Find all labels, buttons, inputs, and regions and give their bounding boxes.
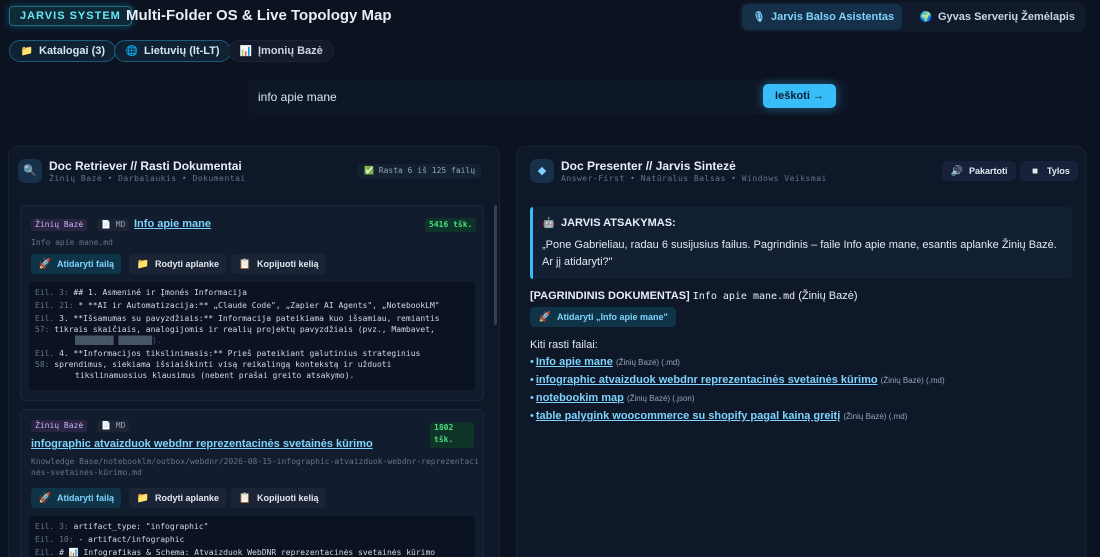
snippet-line: tikslinamuosius klausimus (nebent prašai…	[75, 371, 355, 380]
language-select[interactable]: 🌐 Lietuvių (lt-LT)	[114, 40, 231, 62]
globe-map-icon: 🌍	[919, 12, 933, 23]
app-title: Multi-Folder OS & Live Topology Map	[126, 7, 392, 24]
snippet-line: Eil. 3. **Išsamumas su pavyzdžiais:** In…	[35, 314, 440, 323]
other-file-item: • table palygink woocommerce su shopify p…	[530, 410, 908, 422]
copy-path-button[interactable]: 📋 Kopijuoti kelią	[231, 488, 326, 508]
tab-voice-assistant[interactable]: 🎙 Jarvis Balso Asistentas	[742, 4, 902, 30]
clipboard-icon: 📋	[238, 259, 252, 270]
doc-title-link[interactable]: infographic atvaizduok webdnr reprezenta…	[31, 438, 373, 450]
clipboard-icon: 📋	[238, 493, 252, 504]
open-file-button[interactable]: 🚀 Atidaryti failą	[31, 254, 122, 274]
snippet-line: 58: sprendimus, siekiama išsiaiškinti vi…	[35, 360, 392, 369]
bar-chart-icon: 📊	[239, 46, 253, 57]
file-path: Info apie mane.md	[31, 238, 113, 247]
folders-button[interactable]: 📁 Katalogai (3)	[9, 40, 117, 62]
results-count-badge: ✅ Rasta 6 iš 125 failų	[358, 164, 482, 178]
folder-icon: 📁	[136, 493, 150, 504]
copy-path-button[interactable]: 📋 Kopijuoti kelią	[231, 254, 326, 274]
app-header: JARVIS SYSTEM Multi-Folder OS & Live Top…	[0, 0, 1100, 36]
snippet-line: 57: tikrais skaičiais, analogijomis ir r…	[35, 325, 435, 334]
open-file-button[interactable]: 🚀 Atidaryti failą	[31, 488, 122, 508]
jarvis-avatar-icon: ◆	[530, 159, 554, 183]
answer-text: „Pone Gabrieliau, radau 6 susijusius fai…	[542, 239, 1057, 268]
document-icon: 📄	[101, 421, 116, 430]
jarvis-answer: 🤖 JARVIS ATSAKYMAS: „Pone Gabrieliau, rad…	[530, 207, 1072, 279]
match-snippet: Eil. 3: artifact_type: "infographic" Eil…	[29, 516, 475, 557]
other-file-item: • infographic atvaizduok webdnr reprezent…	[530, 374, 945, 386]
other-file-link[interactable]: notebookim map	[536, 392, 624, 404]
doc-presenter-panel: ◆ Doc Presenter // Jarvis Sintezė Answer…	[516, 146, 1086, 557]
robot-icon: 🤖	[542, 218, 556, 229]
other-file-link[interactable]: table palygink woocommerce su shopify pa…	[536, 410, 840, 422]
answer-label: 🤖 JARVIS ATSAKYMAS:	[542, 217, 676, 229]
score-badge: 5416 tšk.	[425, 218, 477, 232]
stop-icon: ■	[1031, 166, 1039, 177]
snippet-line: Eil. 10: - artifact/infographic	[35, 535, 185, 544]
globe-icon: 🌐	[125, 46, 139, 57]
rocket-icon: 🚀	[538, 312, 552, 323]
snippet-line: Eil. 4. **Informacijos tikslinimasis:** …	[35, 349, 421, 358]
folder-tag: Žinių Bazė	[31, 420, 88, 432]
company-base-button[interactable]: 📊 Įmonių Bazė	[228, 40, 334, 62]
file-type-tag: 📄 MD	[97, 219, 130, 231]
results-scrollbar[interactable]	[494, 205, 497, 325]
main-document: [PAGRINDINIS DOKUMENTAS] Info apie mane.…	[530, 290, 858, 302]
other-files-label: Kiti rasti failai:	[530, 339, 598, 351]
silence-button[interactable]: ■ Tylos	[1020, 161, 1078, 181]
panel-subtitle: Answer-First • Natūralus Balsas • Window…	[561, 174, 827, 183]
folder-icon: 📁	[136, 259, 150, 270]
repeat-button[interactable]: 🔊 Pakartoti	[942, 161, 1016, 181]
document-icon: 📄	[101, 220, 116, 229]
mode-tabs: 🎙 Jarvis Balso Asistentas 🌍 Gyvas Serverių…	[739, 2, 1086, 32]
tab-server-map[interactable]: 🌍 Gyvas Serverių Žemėlapis	[909, 4, 1081, 30]
show-in-folder-button[interactable]: 📁 Rodyti aplanke	[129, 254, 227, 274]
brand-badge: JARVIS SYSTEM	[9, 6, 132, 26]
search-input[interactable]	[248, 80, 748, 114]
snippet-line: Eil. 3: artifact_type: "infographic"	[35, 522, 209, 531]
folder-icon: 📁	[20, 46, 34, 57]
other-file-link[interactable]: infographic atvaizduok webdnr reprezenta…	[536, 374, 878, 386]
match-snippet: Eil. 3: ## 1. Asmeniné ir Įmonés Informa…	[29, 282, 475, 390]
folder-tag: Žinių Bazė	[31, 219, 88, 231]
rocket-icon: 🚀	[38, 259, 52, 270]
magnifier-icon: 🔍	[18, 159, 42, 183]
score-badge: 1802 tšk.	[430, 422, 474, 448]
doc-card: Žinių Bazė 📄 MD Info apie mane 5416 tšk.…	[20, 205, 484, 401]
open-main-document-button[interactable]: 🚀 Atidaryti „Info apie mane"	[530, 307, 676, 327]
rocket-icon: 🚀	[38, 493, 52, 504]
speaker-icon: 🔊	[950, 166, 964, 177]
other-file-item: • notebookim map (Žinių Bazė) (.json)	[530, 392, 695, 404]
other-file-item: • Info apie mane (Žinių Bazė) (.md)	[530, 356, 680, 368]
search-bar: Ieškoti →	[248, 80, 848, 114]
panel-title: Doc Retriever // Rasti Dokumentai	[49, 159, 242, 173]
file-path: Knowledge Base/notebooklm/outbox/webdnr/…	[31, 457, 479, 477]
other-file-link[interactable]: Info apie mane	[536, 356, 613, 368]
search-button[interactable]: Ieškoti →	[763, 84, 836, 108]
file-type-tag: 📄 MD	[97, 420, 130, 432]
snippet-line: Eil. 3: ## 1. Asmeniné ir Įmonés Informa…	[35, 288, 247, 297]
snippet-line: Eil. # 📊 Infografikas & Schema: Atvaizdu…	[35, 548, 436, 557]
microphone-icon: 🎙	[752, 12, 766, 23]
panel-subtitle: Žinių Bazė • Darbalaukis • Dokumentai	[49, 174, 246, 183]
snippet-line-redacted: ████████ ███████).	[75, 336, 162, 345]
snippet-line: Eil. 21: * **AI ir Automatizacija:** „Cl…	[35, 301, 440, 310]
show-in-folder-button[interactable]: 📁 Rodyti aplanke	[129, 488, 227, 508]
doc-retriever-panel: 🔍 Doc Retriever // Rasti Dokumentai Žini…	[8, 146, 500, 557]
panel-title: Doc Presenter // Jarvis Sintezė	[561, 159, 736, 173]
doc-title-link[interactable]: Info apie mane	[134, 218, 211, 230]
doc-card: Žinių Bazė 📄 MD infographic atvaizduok w…	[20, 409, 484, 557]
